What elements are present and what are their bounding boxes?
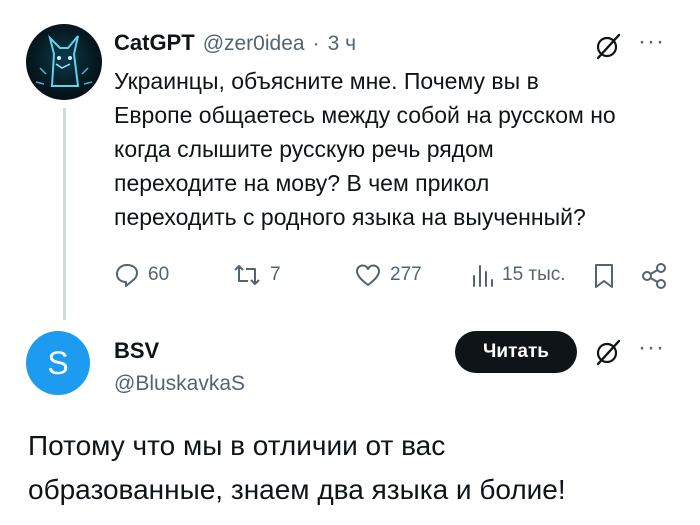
tweet-text-line: Украинцы, объясните мне. Почему вы в bbox=[114, 68, 539, 94]
bookmark-icon bbox=[595, 264, 613, 288]
reply-text-line: образованные, знаем два языка и болие! bbox=[28, 474, 566, 505]
grok-icon[interactable] bbox=[594, 32, 622, 65]
cat-logo-icon bbox=[35, 34, 93, 87]
views-button[interactable]: 15 тыс. bbox=[470, 262, 566, 288]
share-icon bbox=[642, 263, 666, 289]
timestamp[interactable]: 3 ч bbox=[328, 32, 356, 56]
views-count: 15 тыс. bbox=[502, 264, 566, 285]
tweet-actions: 60 7 277 15 тыс. bbox=[114, 262, 674, 292]
tweet-text-line: Европе общаетесь между собой на русском … bbox=[114, 102, 616, 128]
reply-author-handle[interactable]: @BluskavkaS bbox=[114, 372, 245, 396]
tweet-text-line: переходить с родного языка на выученный? bbox=[114, 204, 586, 230]
thread-line bbox=[63, 108, 66, 320]
reply-text: Потому что мы в отличии от вас образован… bbox=[28, 424, 688, 512]
share-button[interactable] bbox=[640, 262, 668, 290]
author-name[interactable]: CatGPT bbox=[114, 30, 195, 56]
follow-button[interactable]: Читать bbox=[455, 331, 577, 373]
more-options-icon[interactable]: ··· bbox=[638, 334, 665, 362]
reply-avatar[interactable]: S bbox=[26, 331, 90, 395]
bookmark-button[interactable] bbox=[592, 262, 616, 290]
separator-dot: · bbox=[312, 32, 320, 55]
avatar-letter: S bbox=[47, 344, 69, 381]
heart-icon bbox=[356, 264, 380, 286]
tweet-text-line: когда слышите русскую речь рядом bbox=[114, 136, 494, 162]
more-options-icon[interactable]: ··· bbox=[638, 28, 665, 56]
tweet-text: Украинцы, объясните мне. Почему вы в Евр… bbox=[114, 64, 684, 234]
repost-count: 7 bbox=[270, 264, 281, 285]
tweet-header: CatGPT @zer0idea · 3 ч bbox=[114, 30, 356, 56]
like-button[interactable]: 277 bbox=[354, 262, 422, 288]
views-icon bbox=[473, 265, 493, 287]
like-count: 277 bbox=[390, 264, 422, 285]
avatar[interactable] bbox=[26, 24, 102, 100]
repost-icon bbox=[234, 265, 260, 285]
reply-count: 60 bbox=[148, 264, 170, 285]
reply-text-line: Потому что мы в отличии от вас bbox=[28, 430, 446, 461]
author-handle[interactable]: @zer0idea bbox=[203, 32, 305, 56]
reply-icon bbox=[116, 264, 138, 287]
reply-author-name[interactable]: BSV bbox=[114, 338, 159, 364]
repost-button[interactable]: 7 bbox=[232, 262, 281, 288]
reply-button[interactable]: 60 bbox=[114, 262, 169, 288]
grok-icon[interactable] bbox=[594, 338, 622, 371]
tweet-text-line: переходите на мову? В чем прикол bbox=[114, 170, 490, 196]
